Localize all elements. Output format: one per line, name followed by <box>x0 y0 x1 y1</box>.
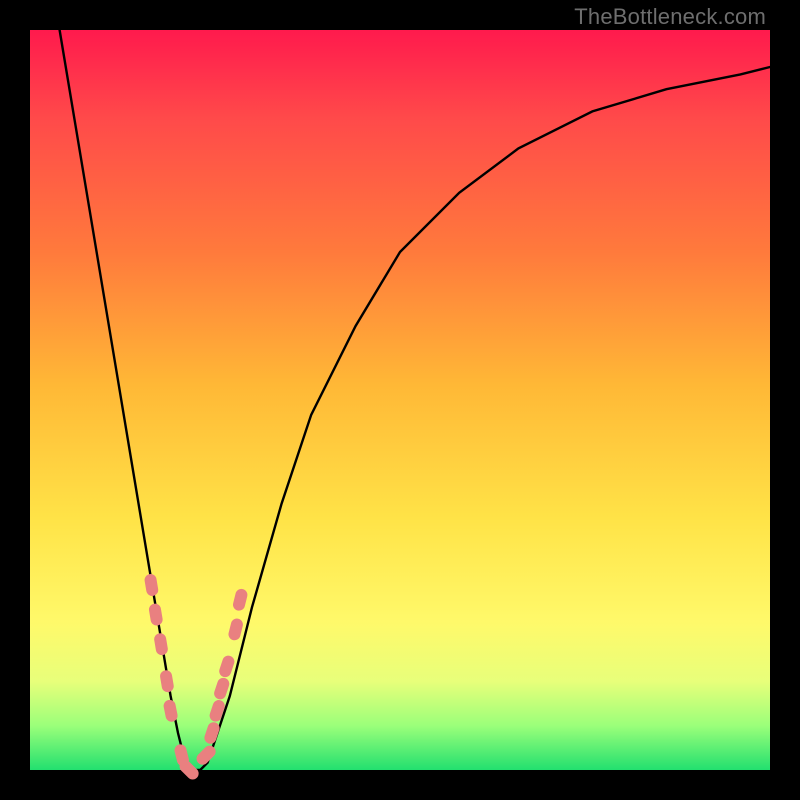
bottleneck-curve <box>60 30 770 770</box>
data-marker <box>159 669 174 693</box>
curve-svg <box>30 30 770 770</box>
data-marker <box>213 676 231 701</box>
data-marker <box>153 632 168 656</box>
data-marker <box>163 699 179 723</box>
data-marker <box>232 588 249 612</box>
chart-frame: TheBottleneck.com <box>0 0 800 800</box>
data-marker <box>218 654 236 679</box>
data-marker <box>227 617 244 641</box>
marker-group <box>144 573 249 782</box>
plot-area <box>30 30 770 770</box>
data-marker <box>148 603 163 627</box>
watermark-text: TheBottleneck.com <box>574 4 766 30</box>
data-marker <box>144 573 159 597</box>
